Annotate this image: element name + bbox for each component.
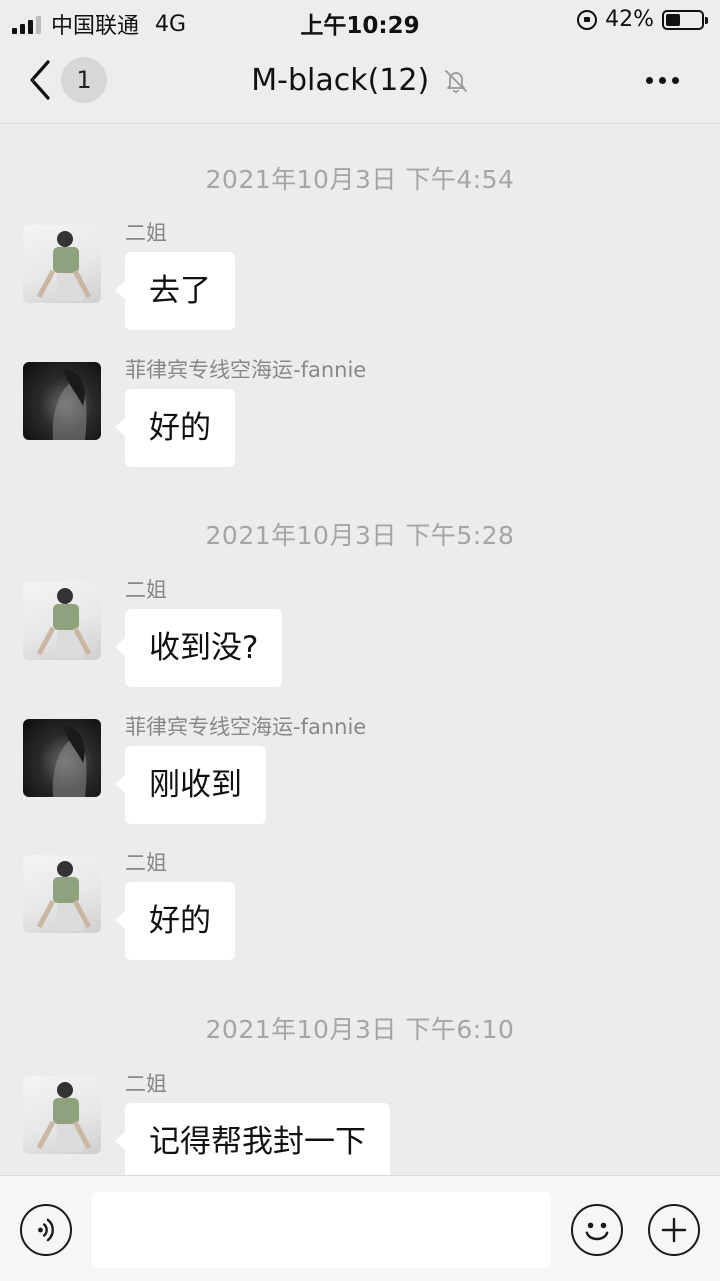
chat-title: M-black(12): [251, 63, 430, 98]
message-timestamp: 2021年10月3日 下午5:28: [205, 521, 515, 550]
mute-bell-icon: [444, 69, 467, 93]
avatar[interactable]: [23, 1076, 101, 1154]
status-right: 42%: [577, 7, 708, 32]
sender-name: 二姐: [125, 851, 167, 875]
message-bubble[interactable]: 好的: [115, 882, 235, 960]
plus-button[interactable]: [648, 1204, 700, 1256]
battery-icon: [662, 9, 708, 30]
message-bubble[interactable]: 记得帮我封一下: [115, 1103, 390, 1175]
battery-fill: [666, 13, 681, 26]
chat-header: 1 M-black(12): [0, 40, 720, 124]
sender-name: 菲律宾专线空海运-fannie: [125, 358, 367, 382]
message-bubble[interactable]: 去了: [115, 252, 235, 330]
emoji-button[interactable]: [571, 1204, 623, 1256]
avatar[interactable]: [23, 582, 101, 660]
avatar[interactable]: [23, 855, 101, 933]
more-dots-icon: [646, 76, 653, 84]
input-bar: [0, 1175, 720, 1281]
sender-name: 菲律宾专线空海运-fannie: [125, 715, 367, 739]
message-timestamp: 2021年10月3日 下午6:10: [205, 1015, 515, 1044]
message-bubble[interactable]: 收到没?: [114, 609, 283, 687]
voice-button[interactable]: [20, 1204, 72, 1256]
avatar[interactable]: [23, 719, 101, 797]
chat-messages[interactable]: 2021年10月3日 下午4:54 二姐 去了 菲律宾专线空海运-fannie …: [0, 125, 720, 1175]
sender-name: 二姐: [125, 221, 167, 245]
message-bubble[interactable]: 刚收到: [115, 746, 266, 824]
sender-name: 二姐: [125, 1072, 167, 1096]
plus-icon: [661, 1217, 687, 1243]
chat-title-wrap: M-black(12): [0, 62, 720, 98]
voice-icon: [38, 1218, 54, 1242]
more-button[interactable]: [646, 70, 686, 90]
message-input[interactable]: [92, 1192, 551, 1268]
status-bar: 中国联通 4G 上午10:29 42%: [0, 0, 720, 40]
avatar[interactable]: [23, 225, 101, 303]
orientation-lock-icon: [577, 9, 598, 30]
avatar[interactable]: [23, 362, 101, 440]
battery-percent: 42%: [605, 7, 654, 32]
message-timestamp: 2021年10月3日 下午4:54: [205, 165, 515, 194]
sender-name: 二姐: [125, 578, 167, 602]
emoji-icon: [585, 1222, 609, 1241]
message-bubble[interactable]: 好的: [115, 389, 235, 467]
